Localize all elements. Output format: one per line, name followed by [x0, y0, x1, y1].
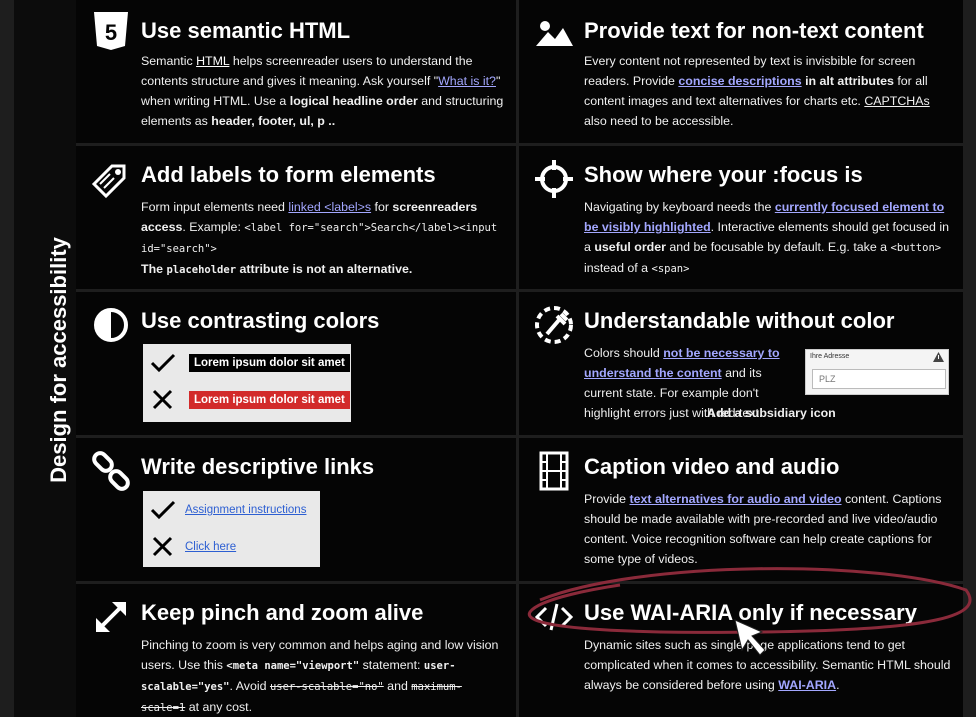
cursor-icon: [734, 619, 766, 656]
annotation-ellipse: [527, 567, 972, 656]
